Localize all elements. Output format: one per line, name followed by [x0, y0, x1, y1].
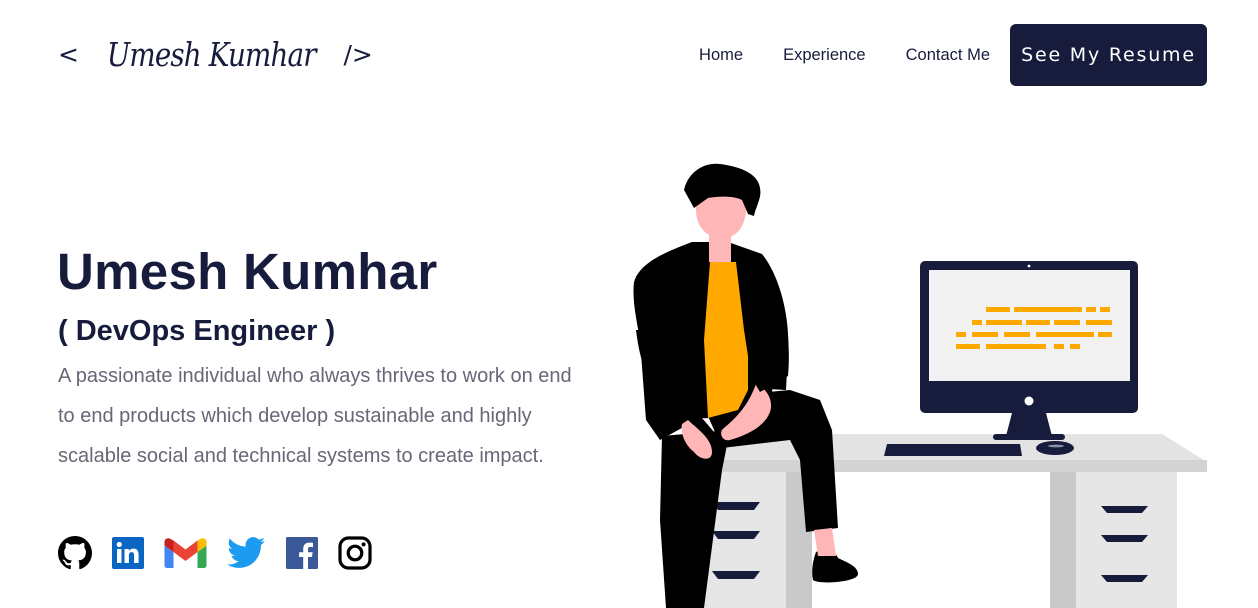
monitor	[920, 261, 1138, 440]
twitter-icon[interactable]	[227, 537, 266, 569]
nav-link-contact[interactable]: Contact Me	[906, 46, 990, 65]
keyboard	[884, 444, 1022, 456]
hero-description: A passionate individual who always thriv…	[58, 365, 572, 467]
github-icon[interactable]	[58, 536, 92, 570]
hero-role: ( DevOps Engineer )	[58, 315, 336, 347]
logo-close-bracket: />	[343, 39, 373, 69]
nav-link-home[interactable]: Home	[699, 46, 743, 65]
instagram-icon[interactable]	[338, 536, 372, 570]
social-links	[58, 536, 392, 570]
main-nav: Home Experience Contact Me See My Resume	[699, 24, 1207, 86]
facebook-icon[interactable]	[286, 537, 318, 569]
linkedin-icon[interactable]	[112, 537, 144, 569]
developer-desk-illustration	[633, 163, 1207, 608]
hero-name: Umesh Kumhar	[57, 243, 438, 300]
logo-signature: Umesh Kumhar	[106, 34, 317, 74]
logo-open-bracket: <	[58, 39, 79, 69]
gmail-icon[interactable]	[164, 537, 207, 569]
site-logo[interactable]: < Umesh Kumhar />	[58, 28, 373, 80]
nav-link-experience[interactable]: Experience	[783, 46, 866, 65]
desk	[700, 434, 1207, 608]
see-resume-button[interactable]: See My Resume	[1010, 24, 1207, 86]
mouse	[1036, 441, 1074, 455]
